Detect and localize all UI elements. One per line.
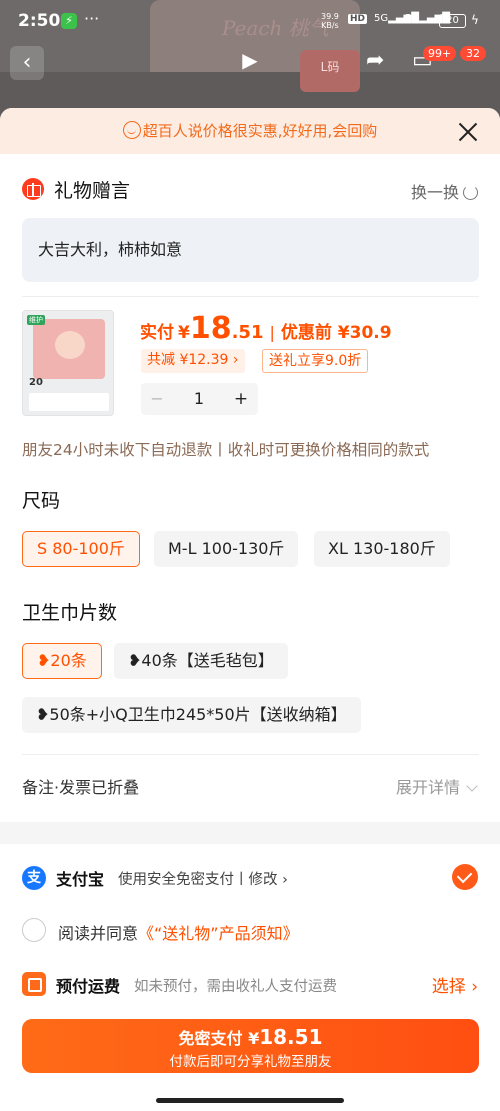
charging-icon: ϟ xyxy=(471,13,479,27)
share-icon[interactable]: ➦ xyxy=(366,48,384,73)
payment-method-desc[interactable]: 使用安全免密支付丨修改 › xyxy=(118,868,288,889)
price-integer: 18 xyxy=(189,311,232,346)
gift-message-input[interactable]: 大吉大利，柿柿如意 xyxy=(22,218,479,282)
price-currency: ¥ xyxy=(178,323,190,343)
quantity-stepper: − 1 + xyxy=(141,383,258,415)
review-banner-label: 超百人说价格很实惠,好好用,会回购 xyxy=(142,122,378,140)
hd-icon: HD xyxy=(348,14,368,24)
status-bar: 2:50 ⚡ ··· 39.9 KB/s HD 5G▂▄▆█ 5G▂▄▆█ 20… xyxy=(0,0,500,42)
agreement-label: 阅读并同意 xyxy=(58,924,139,943)
pay-button-main: 免密支付 ¥18.51 xyxy=(22,1025,479,1049)
agreement-link[interactable]: 《“送礼物”产品须知》 xyxy=(138,924,299,943)
review-banner-text: 超百人说价格很实惠,好好用,会回购 xyxy=(0,108,500,154)
expand-details-button[interactable]: 展开详情 xyxy=(395,774,478,798)
remark-invoice-label: 备注·发票已折叠 xyxy=(22,778,140,797)
price-row: 实付 ¥18.51 | 优惠前 ¥30.9 xyxy=(140,311,392,347)
alipay-icon: 支 xyxy=(22,866,46,890)
payment-method-name: 支付宝 xyxy=(56,870,105,889)
decrease-button[interactable]: − xyxy=(141,383,173,415)
gift-order-sheet: 超百人说价格很实惠,好好用,会回购 礼物赠言 换一换 大吉大利，柿柿如意 维护 … xyxy=(0,108,500,1111)
app-notification-icon: ⚡ xyxy=(61,13,77,29)
pay-button[interactable]: 免密支付 ¥18.51 付款后即可分享礼物至朋友 xyxy=(22,1019,479,1073)
status-more: ··· xyxy=(84,9,100,28)
gift-icon xyxy=(22,178,44,200)
discount-detail-tag[interactable]: 共减 ¥12.39 › xyxy=(141,349,245,373)
prepaid-shipping-desc: 如未预付，需由收礼人支付运费 xyxy=(134,979,337,995)
status-time: 2:50 xyxy=(18,11,61,31)
battery-icon: 20 xyxy=(439,14,466,28)
size-option-ml[interactable]: M-L 100-130斤 xyxy=(154,531,299,567)
agreement-row: 阅读并同意《“送礼物”产品须知》 xyxy=(22,918,480,948)
shipping-box-icon xyxy=(22,972,46,996)
original-price: 优惠前 ¥30.9 xyxy=(280,323,392,343)
expand-details-label: 展开详情 xyxy=(395,778,460,797)
product-image-caption xyxy=(29,393,109,411)
close-icon[interactable] xyxy=(456,120,480,144)
network-speed-value: 39.9 xyxy=(321,12,339,21)
prepaid-shipping-label: 预付运费 xyxy=(56,977,121,996)
back-icon[interactable]: ‹ xyxy=(10,46,44,80)
message-count-badge: 32 xyxy=(460,46,486,61)
cart-count-badge: 99+ xyxy=(423,46,457,61)
swap-message-label: 换一换 xyxy=(410,183,459,202)
size-option-s[interactable]: S 80-100斤 xyxy=(22,531,140,567)
network-speed-unit: KB/s xyxy=(321,21,339,30)
signal-label-2: 5G xyxy=(405,13,420,24)
agreement-text: 阅读并同意《“送礼物”产品须知》 xyxy=(58,920,299,944)
gift-message-header: 礼物赠言 换一换 xyxy=(22,176,480,204)
product-image[interactable]: 维护 20 xyxy=(22,310,114,416)
product-package-detail xyxy=(55,331,85,359)
section-gap xyxy=(0,822,500,844)
refresh-icon xyxy=(463,185,478,200)
agreement-checkbox[interactable] xyxy=(22,918,46,942)
pay-button-amount: 18.51 xyxy=(259,1025,323,1049)
prepaid-shipping-row: 预付运费 如未预付，需由收礼人支付运费 选择 › xyxy=(22,970,480,1000)
refund-notice: 朋友24小时未收下自动退款丨收礼时可更换价格相同的款式 xyxy=(22,441,430,459)
play-icon[interactable]: ▶ xyxy=(226,42,274,78)
size-option-xl[interactable]: XL 130-180斤 xyxy=(314,531,450,567)
price-decimal: .51 xyxy=(231,322,264,343)
increase-button[interactable]: + xyxy=(225,383,257,415)
home-indicator[interactable] xyxy=(156,1098,344,1103)
pay-button-label: 免密支付 ¥ xyxy=(178,1029,260,1048)
product-image-tag: 维护 xyxy=(27,315,45,325)
swap-message-button[interactable]: 换一换 xyxy=(411,179,478,203)
count-option-40[interactable]: ❥40条【送毛毡包】 xyxy=(114,643,288,679)
count-title: 卫生巾片数 xyxy=(22,602,118,624)
smile-icon xyxy=(122,121,141,139)
divider xyxy=(22,754,479,755)
gift-discount-tag: 送礼立享9.0折 xyxy=(262,349,369,373)
check-icon[interactable] xyxy=(452,864,478,890)
count-option-50[interactable]: ❥50条+小Q卫生巾245*50片【送收纳箱】 xyxy=(22,697,361,733)
size-title: 尺码 xyxy=(22,490,61,512)
review-banner: 超百人说价格很实惠,好好用,会回购 xyxy=(0,108,500,154)
pay-button-sub: 付款后即可分享礼物至朋友 xyxy=(169,1054,332,1070)
quantity-value[interactable]: 1 xyxy=(173,383,225,415)
divider xyxy=(22,296,479,297)
price-separator: | xyxy=(269,323,275,342)
count-option-20[interactable]: ❥20条 xyxy=(22,643,102,679)
chevron-down-icon xyxy=(466,780,478,792)
gift-message-title: 礼物赠言 xyxy=(54,180,131,202)
signal-label-1: 5G xyxy=(374,13,389,24)
choose-shipping-button[interactable]: 选择 › xyxy=(432,972,478,997)
pay-label: 实付 xyxy=(140,323,174,343)
payment-method-row[interactable]: 支 支付宝 使用安全免密支付丨修改 › xyxy=(22,864,480,894)
product-image-count: 20 xyxy=(29,377,43,388)
network-speed: 39.9 KB/s xyxy=(321,12,339,30)
